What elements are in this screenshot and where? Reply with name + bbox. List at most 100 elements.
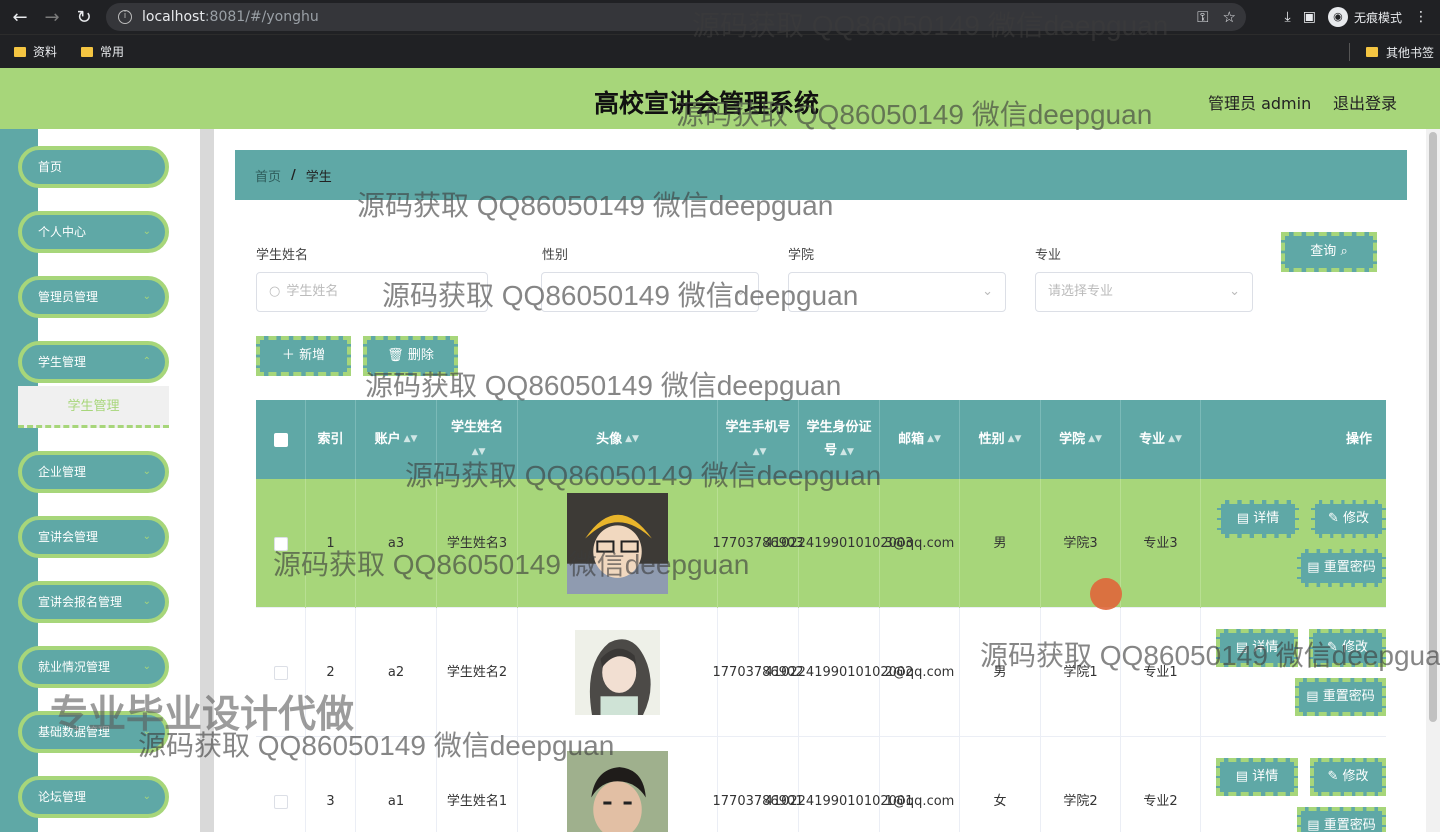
sort-icon[interactable]: ▲▼ bbox=[1088, 428, 1102, 451]
select-all-cell bbox=[256, 400, 306, 479]
cell-gender: 男 bbox=[960, 479, 1041, 608]
chevron-down-icon: ⌄ bbox=[142, 596, 151, 607]
col-name[interactable]: 学生姓名 ▲▼ bbox=[437, 400, 518, 479]
sidebar-item-companies[interactable]: 企业管理 ⌄ bbox=[18, 451, 169, 493]
student-avatar-image[interactable] bbox=[567, 751, 668, 832]
document-icon: ▤ bbox=[1235, 640, 1249, 655]
page-scrollbar-thumb[interactable] bbox=[1429, 132, 1437, 722]
sidebar-item-talks[interactable]: 宣讲会管理 ⌄ bbox=[18, 516, 169, 558]
cell-avatar bbox=[518, 608, 718, 737]
col-gender[interactable]: 性别 ▲▼ bbox=[960, 400, 1041, 479]
col-idcard[interactable]: 学生身份证号 ▲▼ bbox=[799, 400, 880, 479]
other-bookmarks[interactable]: 其他书签 bbox=[1386, 44, 1434, 61]
chevron-down-icon: ⌄ bbox=[142, 291, 151, 302]
logout-link[interactable]: 退出登录 bbox=[1333, 90, 1397, 114]
sort-icon[interactable]: ▲▼ bbox=[1008, 428, 1022, 451]
incognito-badge[interactable]: ◉ 无痕模式 bbox=[1327, 7, 1402, 27]
table-row[interactable]: 1 a3 学生姓名3 17703786903 41022419901010200… bbox=[256, 479, 1386, 608]
sort-icon[interactable]: ▲▼ bbox=[840, 447, 854, 457]
col-avatar[interactable]: 头像 ▲▼ bbox=[518, 400, 718, 479]
sidebar-item-home[interactable]: 首页 bbox=[18, 146, 169, 188]
college-select[interactable]: ⌄ bbox=[788, 272, 1006, 312]
key-icon[interactable]: ⚿ bbox=[1197, 8, 1208, 26]
folder-icon bbox=[81, 46, 94, 57]
reload-icon[interactable]: ↻ bbox=[68, 7, 100, 28]
breadcrumb-home[interactable]: 首页 bbox=[255, 166, 281, 185]
edit-button[interactable]: ✎ 修改 bbox=[1311, 500, 1386, 538]
cell-email: 2@qq.com bbox=[880, 608, 960, 737]
col-email[interactable]: 邮箱 ▲▼ bbox=[880, 400, 960, 479]
sort-icon[interactable]: ▲▼ bbox=[1168, 428, 1182, 451]
cell-idcard: 410224199010102003 bbox=[765, 479, 913, 608]
row-checkbox[interactable] bbox=[273, 665, 288, 680]
detail-button[interactable]: ▤ 详情 bbox=[1216, 758, 1298, 796]
sidebar-item-admins[interactable]: 管理员管理 ⌄ bbox=[18, 276, 169, 318]
sort-icon[interactable]: ▲▼ bbox=[927, 428, 941, 451]
col-index: 索引 bbox=[306, 400, 356, 479]
trash-icon: 🗑 bbox=[387, 348, 404, 363]
sidebar-item-talk-signups[interactable]: 宣讲会报名管理 ⌄ bbox=[18, 581, 169, 623]
sort-icon[interactable]: ▲▼ bbox=[625, 428, 639, 451]
browser-toolbar: ← → ↻ i localhost:8081/#/yonghu ⚿ ☆ ⤓ ▣ … bbox=[0, 0, 1440, 34]
cell-idcard: 410224199010102002 bbox=[765, 608, 913, 737]
back-icon[interactable]: ← bbox=[4, 7, 36, 28]
bookmark-folder-ziliao[interactable]: 资料 bbox=[14, 43, 57, 60]
reset-password-button[interactable]: ▤ 重置密码 bbox=[1297, 549, 1386, 587]
sidebar-item-students[interactable]: 学生管理 ⌃ bbox=[18, 341, 169, 383]
table-row[interactable]: 2 a2 学生姓名2 17703786902 41022419901010200… bbox=[256, 608, 1386, 737]
bookmark-folder-changyong[interactable]: 常用 bbox=[81, 43, 124, 60]
major-select[interactable]: 请选择专业 ⌄ bbox=[1035, 272, 1253, 312]
sidepanel-icon[interactable]: ▣ bbox=[1303, 9, 1316, 25]
col-college[interactable]: 学院 ▲▼ bbox=[1041, 400, 1121, 479]
col-phone[interactable]: 学生手机号▲▼ bbox=[718, 400, 799, 479]
query-button[interactable]: 查询 ⌕ bbox=[1281, 232, 1377, 272]
sidebar-subitem-student-manage[interactable]: 学生管理 bbox=[18, 386, 169, 428]
sort-icon[interactable]: ▲▼ bbox=[472, 447, 486, 457]
major-label: 专业 bbox=[1035, 248, 1062, 263]
breadcrumb: 首页 / 学生 bbox=[235, 150, 1407, 200]
add-button[interactable]: ＋ 新增 bbox=[256, 336, 351, 376]
col-account[interactable]: 账户 ▲▼ bbox=[356, 400, 437, 479]
incognito-icon: ◉ bbox=[1327, 7, 1348, 27]
edit-button[interactable]: ✎ 修改 bbox=[1309, 629, 1386, 667]
address-bar[interactable]: i localhost:8081/#/yonghu ⚿ ☆ bbox=[106, 3, 1246, 31]
edit-button[interactable]: ✎ 修改 bbox=[1310, 758, 1386, 796]
site-info-icon[interactable]: i bbox=[118, 10, 132, 24]
sort-icon[interactable]: ▲▼ bbox=[404, 428, 418, 451]
menu-icon[interactable]: ⋮ bbox=[1414, 9, 1428, 25]
row-checkbox[interactable] bbox=[273, 794, 288, 809]
name-label: 学生姓名 bbox=[256, 248, 309, 263]
reset-password-button[interactable]: ▤ 重置密码 bbox=[1295, 678, 1386, 716]
detail-button[interactable]: ▤ 详情 bbox=[1216, 629, 1298, 667]
sidebar-item-employment[interactable]: 就业情况管理 ⌄ bbox=[18, 646, 169, 688]
name-input[interactable]: ○ 学生姓名 bbox=[256, 272, 488, 312]
cell-major: 专业1 bbox=[1121, 608, 1201, 737]
star-icon[interactable]: ☆ bbox=[1223, 8, 1236, 26]
student-avatar-image[interactable] bbox=[575, 622, 660, 723]
app-title: 高校宣讲会管理系统 bbox=[594, 89, 820, 118]
col-major[interactable]: 专业 ▲▼ bbox=[1121, 400, 1201, 479]
cell-major: 专业2 bbox=[1121, 737, 1201, 832]
download-icon[interactable]: ⤓ bbox=[1285, 9, 1291, 25]
delete-button[interactable]: 🗑 删除 bbox=[363, 336, 458, 376]
row-select-cell bbox=[256, 737, 306, 832]
header-user: 管理员 admin bbox=[1208, 94, 1312, 113]
cell-account: a1 bbox=[356, 737, 437, 832]
cell-idcard: 410224199010102001 bbox=[765, 737, 913, 832]
reset-password-button[interactable]: ▤ 重置密码 bbox=[1297, 807, 1386, 832]
gender-label: 性别 bbox=[542, 248, 569, 263]
detail-button[interactable]: ▤ 详情 bbox=[1217, 500, 1299, 538]
table-row[interactable]: 3 a1 学生姓名1 17703786901 41022419901010200… bbox=[256, 737, 1386, 832]
gender-select[interactable]: ⌄ bbox=[541, 272, 759, 312]
sidebar-item-forum[interactable]: 论坛管理 ⌄ bbox=[18, 776, 169, 818]
college-label: 学院 bbox=[788, 248, 815, 263]
pencil-icon: ✎ bbox=[1327, 511, 1339, 526]
student-avatar-image[interactable] bbox=[567, 493, 668, 594]
select-all-checkbox[interactable] bbox=[273, 432, 288, 447]
sort-icon[interactable]: ▲▼ bbox=[753, 447, 767, 457]
forward-icon[interactable]: → bbox=[36, 7, 68, 28]
sidebar-item-profile[interactable]: 个人中心 ⌄ bbox=[18, 211, 169, 253]
chevron-down-icon: ⌄ bbox=[142, 226, 151, 237]
chevron-down-icon: ⌄ bbox=[982, 284, 993, 299]
row-checkbox[interactable] bbox=[273, 536, 288, 551]
